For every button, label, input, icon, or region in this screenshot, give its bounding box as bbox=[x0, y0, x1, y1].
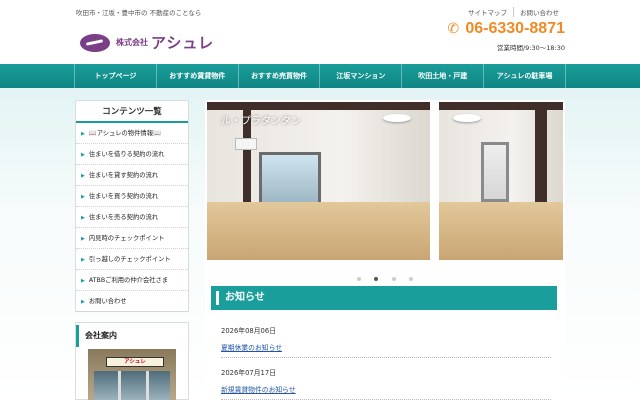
company-info-title: 会社案内 bbox=[76, 325, 188, 347]
news-list: 2026年08月06日 夏期休業のお知らせ 2026年07月17日 新規賃貸物件… bbox=[221, 322, 551, 400]
nav-top-page[interactable]: トップページ bbox=[74, 64, 156, 88]
sidebar-item-contact[interactable]: ▶ お問い合わせ bbox=[76, 291, 188, 312]
ceiling-light bbox=[453, 114, 481, 122]
window-frame bbox=[146, 371, 149, 400]
phone-number: 06-6330-8871 bbox=[465, 20, 565, 37]
room-floor bbox=[439, 202, 563, 260]
window-frame bbox=[118, 371, 121, 400]
logo-mark-icon bbox=[80, 33, 110, 52]
storefront-sign: アシュレ bbox=[106, 357, 164, 367]
sidebar-item-leasing-flow[interactable]: ▶ 住まいを貸す契約の流れ bbox=[76, 165, 188, 186]
contents-sidebar: コンテンツ一覧 ▶ 📖アシュレの物件情報📖 ▶ 住まいを借りる契約の流れ ▶ 住まいを… bbox=[75, 100, 189, 312]
news-item: 2026年07月17日 新規賃貸物件のお知らせ bbox=[221, 364, 551, 400]
news-link[interactable]: 夏期休業のお知らせ bbox=[221, 342, 282, 352]
phone-number-block[interactable]: ✆ 06-6330-8871 bbox=[447, 20, 565, 38]
logo-company-name: アシュレ bbox=[151, 34, 215, 52]
chevron-right-icon: ▶ bbox=[81, 131, 85, 137]
company-storefront-photo[interactable]: アシュレ bbox=[88, 349, 176, 400]
chevron-right-icon: ▶ bbox=[81, 236, 85, 242]
sidebar-item-property-info[interactable]: ▶ 📖アシュレの物件情報📖 bbox=[76, 123, 188, 144]
sidebar-item-label: ATBBご利用の仲介会社さま bbox=[88, 277, 169, 284]
chevron-right-icon: ▶ bbox=[81, 257, 85, 263]
sidebar-item-label: 住まいを買う契約の流れ bbox=[88, 193, 159, 200]
slide-room-photo bbox=[439, 102, 563, 260]
sidebar-item-viewing-checkpoints[interactable]: ▶ 内見時のチェックポイント bbox=[76, 228, 188, 249]
slider-dot-active[interactable] bbox=[374, 277, 379, 281]
chevron-right-icon: ▶ bbox=[81, 173, 85, 179]
sidebar-title: コンテンツ一覧 bbox=[76, 101, 188, 123]
sidebar-item-label: 住まいを売る契約の流れ bbox=[88, 214, 159, 221]
sidebar-item-moving-checkpoints[interactable]: ▶ 引っ越しのチェックポイント bbox=[76, 249, 188, 270]
chevron-right-icon: ▶ bbox=[81, 152, 85, 158]
sidebar-item-label: 住まいを貸す契約の流れ bbox=[88, 172, 159, 179]
sidebar-item-label: 内見時のチェックポイント bbox=[88, 235, 165, 242]
news-date: 2026年08月06日 bbox=[221, 327, 276, 335]
slider-pagination bbox=[205, 266, 565, 285]
phone-icon: ✆ bbox=[447, 21, 460, 37]
news-item: 2026年08月06日 夏期休業のお知らせ bbox=[221, 322, 551, 358]
ceiling-beam bbox=[207, 102, 430, 110]
slider-dot[interactable] bbox=[408, 277, 413, 281]
site-logo[interactable]: 株式会社 アシュレ bbox=[80, 32, 214, 53]
ceiling-light bbox=[383, 114, 411, 122]
header-tagline: 吹田市・江坂・豊中市の 不動産のことなら bbox=[76, 9, 202, 17]
nav-parking[interactable]: アシュレの駐車場 bbox=[483, 64, 566, 88]
sidebar-item-atbb-agents[interactable]: ▶ ATBBご利用の仲介会社さま bbox=[76, 270, 188, 291]
business-hours: 営業時間/9:30〜18:30 bbox=[496, 44, 565, 52]
closet-door bbox=[481, 142, 509, 202]
nav-rental-properties[interactable]: おすすめ賃貸物件 bbox=[155, 64, 238, 88]
nav-suita-land-houses[interactable]: 吹田土地・戸建 bbox=[401, 64, 483, 88]
room-floor bbox=[207, 202, 430, 260]
news-heading: お知らせ bbox=[211, 286, 557, 310]
slider-dot[interactable] bbox=[391, 277, 396, 281]
storefront-window bbox=[94, 371, 170, 400]
air-conditioner bbox=[235, 138, 257, 150]
sidebar-item-selling-flow[interactable]: ▶ 住まいを売る契約の流れ bbox=[76, 207, 188, 228]
slider-dot[interactable] bbox=[357, 277, 362, 281]
nav-sale-properties[interactable]: おすすめ売買物件 bbox=[237, 64, 320, 88]
sidebar-item-buying-flow[interactable]: ▶ 住まいを買う契約の流れ bbox=[76, 186, 188, 207]
news-link[interactable]: 新規賃貸物件のお知らせ bbox=[221, 384, 296, 394]
sitemap-link[interactable]: サイトマップ bbox=[462, 7, 513, 17]
sidebar-item-label: 住まいを借りる契約の流れ bbox=[88, 151, 165, 158]
sidebar-item-label: 📖アシュレの物件情報📖 bbox=[88, 130, 161, 137]
sidebar-item-label: 引っ越しのチェックポイント bbox=[88, 256, 171, 263]
slide-caption: ル・プラタンタン bbox=[221, 116, 301, 127]
company-info-box: 会社案内 アシュレ bbox=[75, 322, 189, 400]
news-date: 2026年07月17日 bbox=[221, 369, 276, 377]
global-nav: トップページ おすすめ賃貸物件 おすすめ売買物件 江坂マンション 吹田土地・戸建… bbox=[0, 64, 640, 88]
site-header: 吹田市・江坂・豊中市の 不動産のことなら 株式会社 アシュレ サイトマップ お問… bbox=[0, 0, 640, 64]
chevron-right-icon: ▶ bbox=[81, 215, 85, 221]
chevron-right-icon: ▶ bbox=[81, 278, 85, 284]
logo-company-prefix: 株式会社 bbox=[116, 38, 148, 47]
slide-room-photo: ル・プラタンタン bbox=[207, 102, 430, 260]
sidebar-item-label: お問い合わせ bbox=[88, 298, 127, 305]
chevron-right-icon: ▶ bbox=[81, 299, 85, 305]
main-content: ル・プラタンタン お知らせ 2026年08月06日 夏期休業のお知らせ 2026… bbox=[205, 100, 565, 400]
sidebar-item-renting-flow[interactable]: ▶ 住まいを借りる契約の流れ bbox=[76, 144, 188, 165]
property-photo-slider[interactable]: ル・プラタンタン bbox=[205, 100, 565, 262]
chevron-right-icon: ▶ bbox=[81, 194, 85, 200]
top-links: サイトマップ お問い合わせ bbox=[462, 7, 565, 17]
nav-esaka-mansion[interactable]: 江坂マンション bbox=[319, 64, 401, 88]
contact-link[interactable]: お問い合わせ bbox=[513, 7, 565, 17]
